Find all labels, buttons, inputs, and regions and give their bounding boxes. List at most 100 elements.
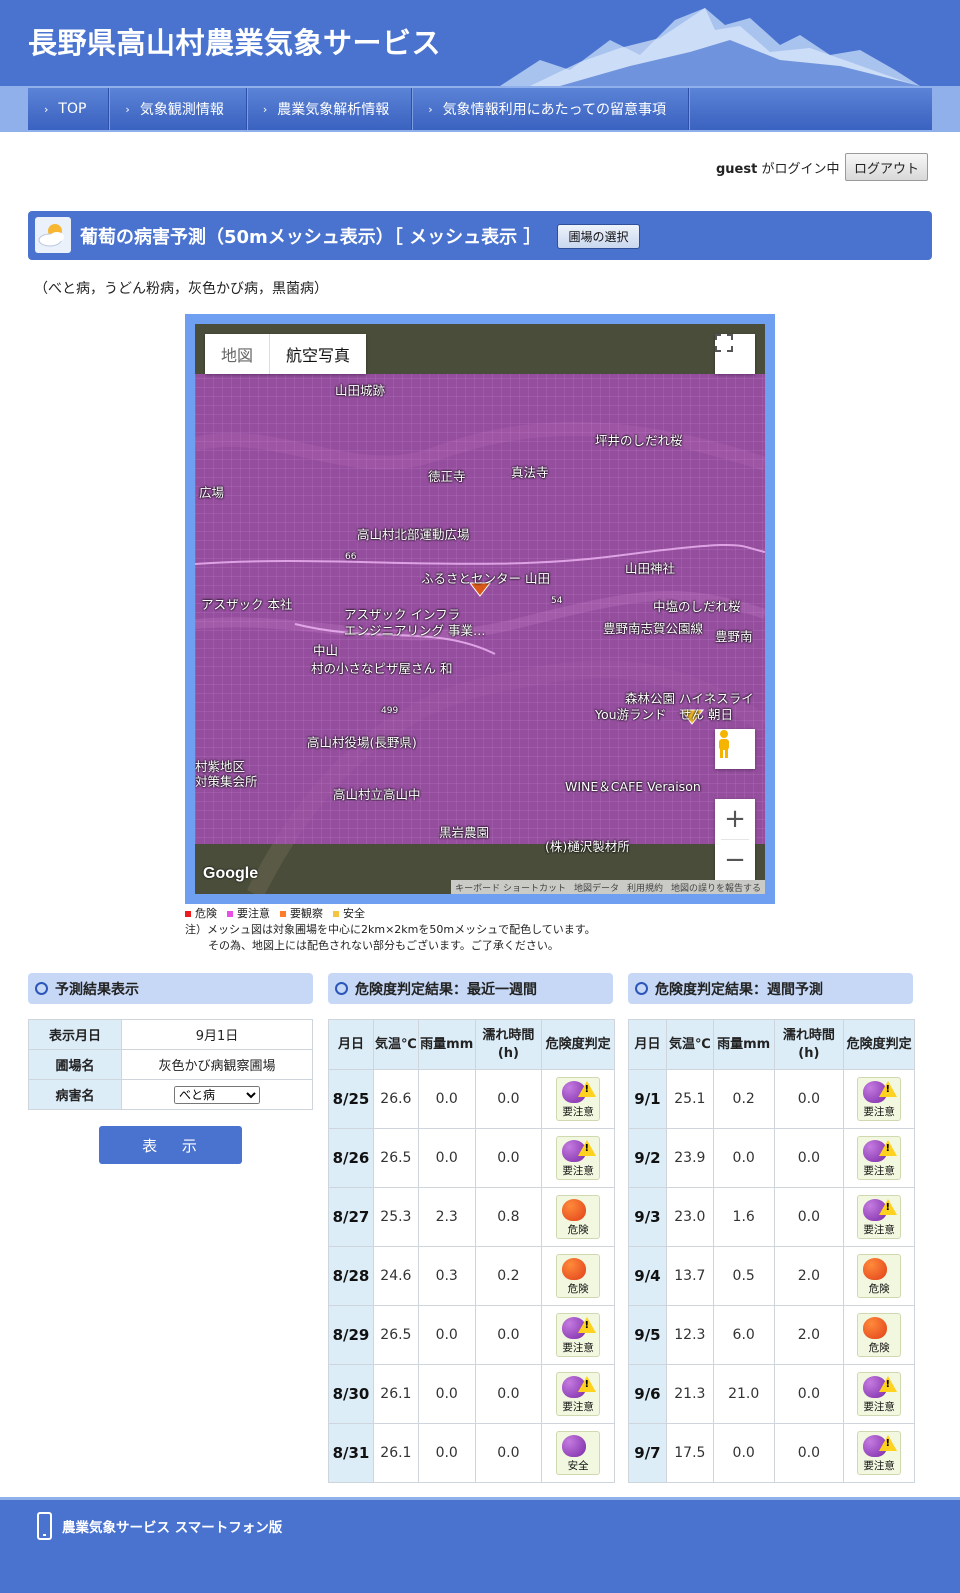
cell-risk: 危険 [541,1246,615,1306]
cell-rain: 0.0 [712,1423,775,1483]
map-place-label: 中塩のしだれ桜 [653,599,741,614]
smartphone-link[interactable]: 農業気象サービス スマートフォン版 [37,1512,282,1540]
field-select-button[interactable]: 圃場の選択 [557,224,640,249]
map-place-label: 真法寺 [511,465,549,480]
nav-agri-analysis[interactable]: › 農業気象解析情報 [247,88,413,130]
map-place-label: 徳正寺 [428,469,466,484]
table-row: 8/25 26.6 0.0 0.0! 要注意 [328,1069,615,1129]
risk-badge-caution: ! 要注意 [857,1195,902,1239]
disease-select[interactable]: べと病 [174,1085,260,1104]
cell-risk: ! 要注意 [541,1128,615,1188]
street-view-button[interactable] [715,729,755,769]
nav-notes[interactable]: › 気象情報利用にあたっての留意事項 [412,88,689,130]
cell-temp: 21.3 [665,1364,714,1424]
pred-value-field: 灰色かび病観察圃場 [121,1049,313,1080]
cell-date: 9/5 [628,1305,667,1365]
nav-weather-observation[interactable]: › 気象観測情報 [109,88,247,130]
site-header: 長野県高山村農業気象サービス [0,0,960,86]
cell-risk: ! 要注意 [843,1128,915,1188]
cell-wet: 0.0 [773,1187,845,1247]
grape-icon [863,1317,888,1339]
pred-value-date: 9月1日 [121,1019,313,1050]
zoom-in-button[interactable]: + [715,799,755,839]
pred-key: 病害名 [28,1079,122,1110]
table-row: 病害名 べと病 [28,1079,313,1110]
risk-label: 要注意 [863,1460,895,1472]
col-wet: 濡れ時間(h) [773,1019,845,1070]
warning-mark: ! [885,1438,891,1449]
keyboard-shortcuts-link[interactable]: キーボード ショートカット [455,881,566,894]
risk-badge-caution: ! 要注意 [556,1077,601,1121]
col-rain: 雨量mm [712,1019,775,1070]
grape-icon [863,1258,888,1280]
cell-temp: 26.5 [372,1305,419,1365]
warning-mark: ! [885,1084,891,1095]
risk-label: 危険 [868,1342,890,1354]
table-row: 9/5 12.3 6.0 2.0 危険 [628,1305,915,1365]
logout-button[interactable]: ログアウト [845,153,928,181]
risk-label: 危険 [567,1224,589,1236]
legend-swatch [227,911,233,917]
map-place-label: 豊野南志賀公園線 [603,621,704,636]
map-frame: 山田城跡 坪井のしだれ桜 徳正寺 真法寺 広場 高山村北部運動広場 山田神社 ふ… [185,314,775,904]
nav-bar: › TOP › 気象観測情報 › 農業気象解析情報 › 気象情報利用にあたっての留意事項 [0,86,960,132]
cell-rain: 1.6 [712,1187,775,1247]
page-title: 葡萄の病害予測（50mメッシュ表示）［ メッシュ表示 ］ [80,227,542,248]
cell-date: 9/1 [628,1069,667,1129]
map-place-label: 坪井のしだれ桜 [595,433,683,448]
map-place-label: 中山 [313,643,339,658]
table-row: 表示月日 9月1日 [28,1019,313,1050]
map-place-label: (株)樋沢製材所 [545,839,630,854]
terms-link[interactable]: 利用規約 [627,881,663,894]
chevron-right-icon: › [125,102,130,116]
section-recent: 危険度判定結果：最近一週間 [328,973,613,1004]
cell-date: 9/6 [628,1364,667,1424]
cell-temp: 23.9 [665,1128,714,1188]
col-wet: 濡れ時間(h) [474,1019,543,1070]
nav-top[interactable]: › TOP [28,88,110,130]
grape-icon [562,1258,587,1280]
warning-mark: ! [885,1143,891,1154]
cell-wet: 0.0 [773,1128,845,1188]
cell-temp: 25.3 [372,1187,419,1247]
cell-risk: 安全 [541,1423,615,1483]
cell-wet: 0.0 [474,1128,543,1188]
cell-risk: ! 要注意 [541,1305,615,1365]
cell-date: 8/28 [328,1246,374,1306]
login-status: guest がログイン中 [716,162,840,177]
map-place-label: アスザック 本社 [201,597,293,612]
google-map[interactable]: 山田城跡 坪井のしだれ桜 徳正寺 真法寺 広場 高山村北部運動広場 山田神社 ふ… [195,324,765,894]
table-row: 8/30 26.1 0.0 0.0! 要注意 [328,1364,615,1424]
risk-label: 安全 [567,1460,589,1472]
cell-wet: 0.0 [474,1423,543,1483]
table-row: 8/26 26.5 0.0 0.0! 要注意 [328,1128,615,1188]
cell-wet: 0.0 [773,1069,845,1129]
risk-badge-caution: ! 要注意 [857,1136,902,1180]
map-type-aerial-button[interactable]: 航空写真 [270,334,366,374]
cell-date: 9/7 [628,1423,667,1483]
zoom-out-button[interactable]: − [715,840,755,880]
risk-label: 要注意 [863,1165,895,1177]
cell-rain: 0.0 [712,1128,775,1188]
risk-badge-caution: ! 要注意 [556,1313,601,1357]
login-user: guest [716,162,758,177]
fullscreen-button[interactable] [715,334,755,374]
page-title-bar: 葡萄の病害予測（50mメッシュ表示）［ メッシュ表示 ］ 圃場の選択 [28,211,932,260]
recent-risk-table: 月日 気温℃ 雨量mm 濡れ時間(h) 危険度判定 8/25 26.6 0.0 0.0… [328,1019,615,1483]
warning-mark: ! [885,1379,891,1390]
map-place-label: 広場 [199,485,225,500]
map-place-label: ふるさとセンター 山田 [421,571,550,586]
report-error-link[interactable]: 地図の誤りを報告する [671,881,761,894]
risk-badge-danger: 危険 [857,1254,902,1298]
warning-mark: ! [885,1202,891,1213]
cell-wet: 0.0 [474,1364,543,1424]
show-button[interactable]: 表 示 [99,1126,242,1164]
map-route-label: 54 [551,596,563,606]
grape-icon [562,1199,587,1221]
map-place-label: 高山村役場(長野県) [307,735,417,750]
map-place-label: 豊野南 [715,629,753,644]
map-type-map-button[interactable]: 地図 [205,334,271,374]
map-data-link[interactable]: 地図データ [574,881,619,894]
table-row: 9/1 25.1 0.2 0.0! 要注意 [628,1069,915,1129]
cell-risk: ! 要注意 [541,1069,615,1129]
